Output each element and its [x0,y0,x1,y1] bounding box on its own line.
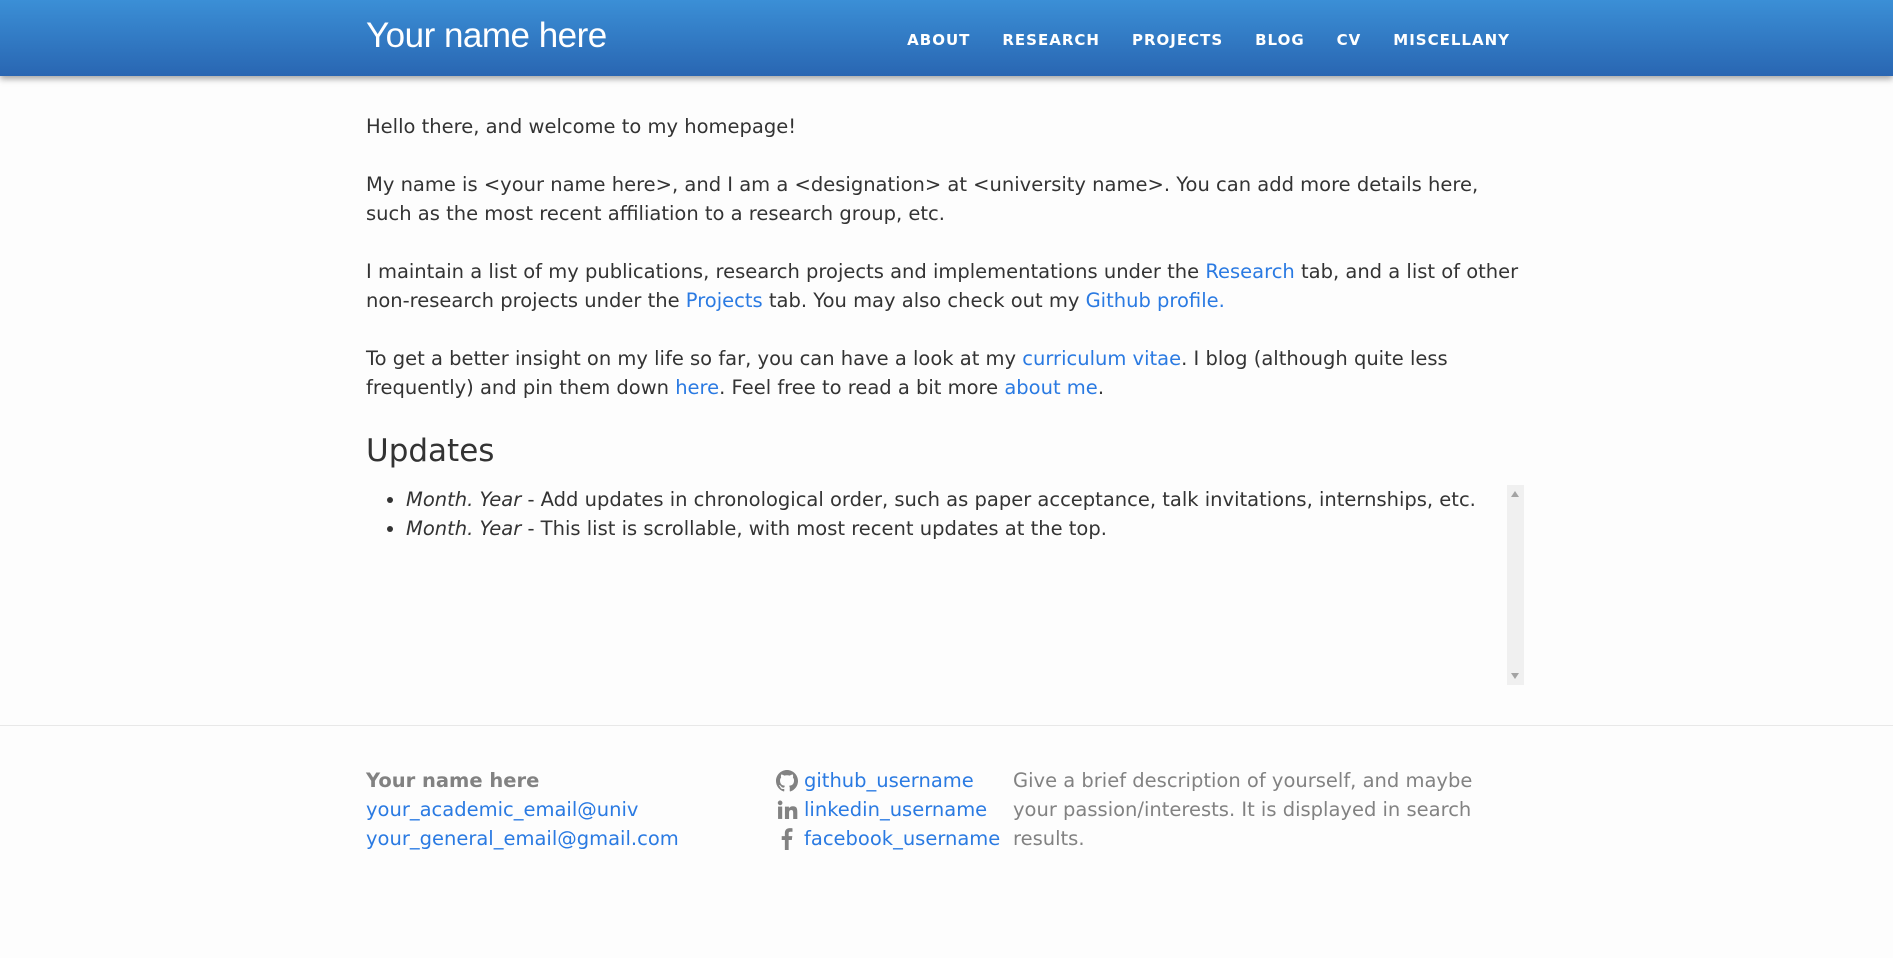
main-content: Hello there, and welcome to my homepage!… [366,112,1526,685]
nav-blog[interactable]: BLOG [1255,31,1305,49]
facebook-row: facebook_username [776,824,1000,853]
update-text: - Add updates in chronological order, su… [521,488,1476,511]
nav-projects[interactable]: PROJECTS [1132,31,1223,49]
research-link[interactable]: Research [1205,260,1294,283]
scroll-up-arrow-icon[interactable] [1511,491,1519,497]
blog-here-link[interactable]: here [675,376,719,399]
nav-research[interactable]: RESEARCH [1002,31,1100,49]
site-title[interactable]: Your name here [366,16,607,56]
facebook-link[interactable]: facebook_username [804,824,1000,853]
text-span: tab. You may also check out my [762,289,1086,312]
intro-bio: My name is <your name here>, and I am a … [366,173,1479,225]
github-icon [776,769,798,791]
academic-email-link[interactable]: your_academic_email@univ [366,798,638,821]
footer-name: Your name here [366,769,540,792]
updates-scroll-box[interactable]: Month. Year - Add updates in chronologic… [366,485,1524,685]
facebook-icon [781,827,793,850]
text-span: . [1097,376,1105,399]
nav-about[interactable]: ABOUT [907,31,970,49]
github-row: github_username [776,766,1000,795]
site-footer: Your name here your_academic_email@univ … [0,725,1893,958]
intro-research-paragraph: I maintain a list of my publications, re… [366,257,1526,315]
update-date: Month. Year [406,517,522,540]
text-span: I maintain a list of my publications, re… [366,260,1206,283]
footer-social: github_username linkedin_username facebo… [776,766,1000,853]
github-link[interactable]: github_username [804,766,974,795]
scroll-down-arrow-icon[interactable] [1511,673,1519,679]
updates-list: Month. Year - Add updates in chronologic… [366,485,1486,543]
footer-contact: Your name here your_academic_email@univ … [366,766,679,853]
update-item: Month. Year - This list is scrollable, w… [406,514,1486,543]
general-email-link[interactable]: your_general_email@gmail.com [366,827,679,850]
update-date: Month. Year [406,488,522,511]
text-span: . Feel free to read a bit more [719,376,1005,399]
update-text: - This list is scrollable, with most rec… [521,517,1107,540]
nav-cv[interactable]: CV [1337,31,1362,49]
intro-cv-paragraph: To get a better insight on my life so fa… [366,344,1526,402]
site-header: Your name here ABOUT RESEARCH PROJECTS B… [0,0,1893,76]
text-span: To get a better insight on my life so fa… [366,347,1023,370]
projects-link[interactable]: Projects [686,289,763,312]
cv-link[interactable]: curriculum vitae [1022,347,1181,370]
updates-title: Updates [366,433,495,469]
linkedin-icon [777,800,798,819]
site-nav: ABOUT RESEARCH PROJECTS BLOG CV MISCELLA… [875,31,1510,49]
updates-scrollbar[interactable] [1507,485,1524,685]
linkedin-link[interactable]: linkedin_username [804,795,987,824]
github-profile-link[interactable]: Github profile. [1086,289,1225,312]
update-item: Month. Year - Add updates in chronologic… [406,485,1486,514]
intro-greeting: Hello there, and welcome to my homepage! [366,115,797,138]
nav-miscellany[interactable]: MISCELLANY [1393,31,1510,49]
linkedin-row: linkedin_username [776,795,1000,824]
about-me-link[interactable]: about me [1004,376,1097,399]
footer-description: Give a brief description of yourself, an… [1013,769,1473,850]
